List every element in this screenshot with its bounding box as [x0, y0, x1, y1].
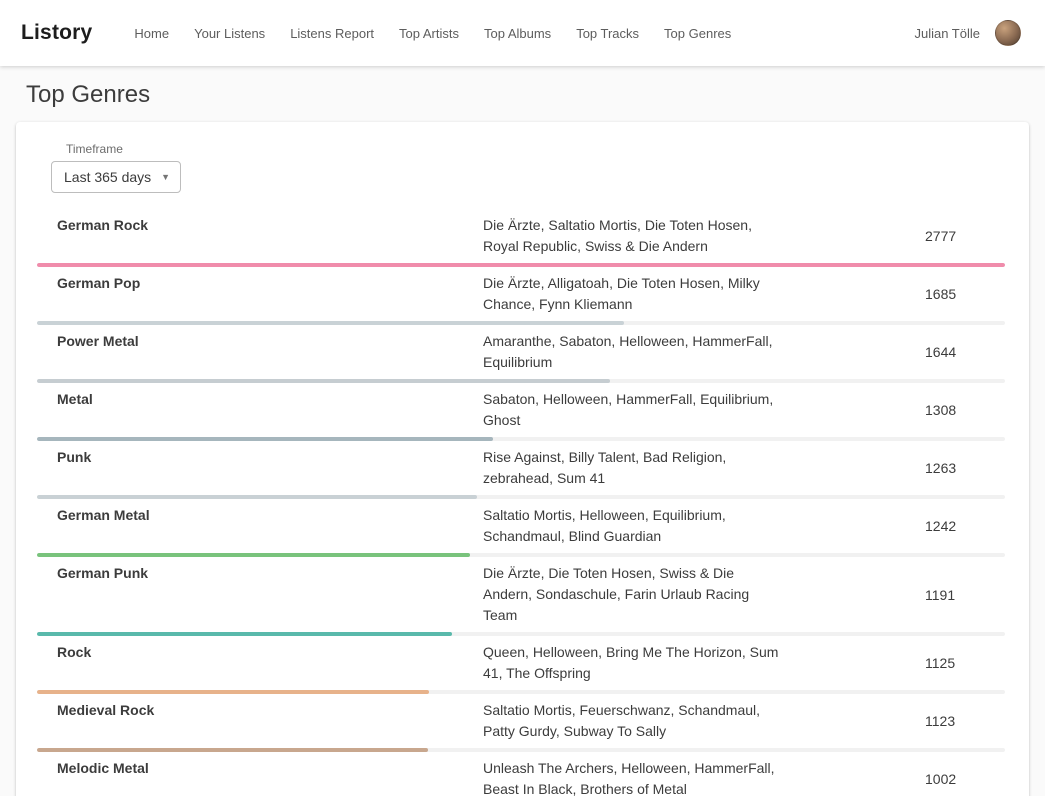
user-avatar-icon[interactable]	[995, 20, 1021, 46]
nav-item-top-tracks[interactable]: Top Tracks	[576, 26, 639, 41]
genres-table: German Rock Die Ärzte, Saltatio Mortis, …	[37, 209, 1005, 796]
genre-artists-cell: Die Ärzte, Saltatio Mortis, Die Toten Ho…	[483, 215, 925, 257]
genre-artists: Unleash The Archers, Helloween, HammerFa…	[483, 758, 785, 796]
genre-row: Melodic Metal Unleash The Archers, Hello…	[37, 752, 1005, 796]
genre-row: Medieval Rock Saltatio Mortis, Feuerschw…	[37, 694, 1005, 752]
app-bar: Listory Home Your Listens Listens Report To…	[0, 0, 1045, 66]
genre-count: 1125	[925, 655, 955, 671]
genre-artists: Die Ärzte, Alligatoah, Die Toten Hosen, …	[483, 273, 785, 315]
genre-row: Metal Sabaton, Helloween, HammerFall, Eq…	[37, 383, 1005, 441]
genre-count: 1191	[925, 587, 955, 603]
genre-count: 1242	[925, 518, 956, 534]
timeframe-select[interactable]: Last 365 days ▼	[51, 161, 181, 193]
genre-name: Punk	[37, 447, 483, 468]
genre-name: German Punk	[37, 563, 483, 584]
main-content: Top Genres Timeframe Last 365 days ▼ Ger…	[0, 81, 1045, 796]
genre-row: Power Metal Amaranthe, Sabaton, Hellowee…	[37, 325, 1005, 383]
genre-name: Melodic Metal	[37, 758, 483, 779]
genre-count: 1002	[925, 771, 956, 787]
nav-item-home[interactable]: Home	[134, 26, 169, 41]
genre-artists: Saltatio Mortis, Helloween, Equilibrium,…	[483, 505, 785, 547]
genre-artists: Die Ärzte, Die Toten Hosen, Swiss & Die …	[483, 563, 785, 626]
page-title: Top Genres	[26, 81, 1045, 109]
genre-artists: Sabaton, Helloween, HammerFall, Equilibr…	[483, 389, 785, 431]
genre-artists-cell: Saltatio Mortis, Feuerschwanz, Schandmau…	[483, 700, 925, 742]
timeframe-block: Timeframe Last 365 days ▼	[51, 142, 1005, 193]
chevron-down-icon: ▼	[161, 172, 170, 182]
genre-count: 1644	[925, 344, 956, 360]
genre-name: German Rock	[37, 215, 483, 236]
genre-name: German Metal	[37, 505, 483, 526]
nav-item-top-albums[interactable]: Top Albums	[484, 26, 551, 41]
genre-row: German Pop Die Ärzte, Alligatoah, Die To…	[37, 267, 1005, 325]
genre-artists-cell: Sabaton, Helloween, HammerFall, Equilibr…	[483, 389, 925, 431]
user-name: Julian Tölle	[914, 26, 980, 41]
timeframe-selected-value: Last 365 days	[64, 169, 151, 185]
user-menu[interactable]: Julian Tölle	[914, 20, 1021, 46]
genre-artists: Saltatio Mortis, Feuerschwanz, Schandmau…	[483, 700, 785, 742]
genre-count: 1263	[925, 460, 956, 476]
genre-artists: Die Ärzte, Saltatio Mortis, Die Toten Ho…	[483, 215, 785, 257]
genre-name: Medieval Rock	[37, 700, 483, 721]
genre-row: German Rock Die Ärzte, Saltatio Mortis, …	[37, 209, 1005, 267]
genre-name: Rock	[37, 642, 483, 663]
timeframe-label: Timeframe	[66, 142, 1005, 156]
genre-artists-cell: Die Ärzte, Alligatoah, Die Toten Hosen, …	[483, 273, 925, 315]
nav-item-your-listens[interactable]: Your Listens	[194, 26, 265, 41]
genre-artists: Queen, Helloween, Bring Me The Horizon, …	[483, 642, 785, 684]
genre-artists-cell: Queen, Helloween, Bring Me The Horizon, …	[483, 642, 925, 684]
nav-links: Home Your Listens Listens Report Top Artist…	[134, 26, 914, 41]
nav-item-top-genres[interactable]: Top Genres	[664, 26, 731, 41]
genre-count: 1123	[925, 713, 955, 729]
genre-artists-cell: Rise Against, Billy Talent, Bad Religion…	[483, 447, 925, 489]
genre-artists-cell: Saltatio Mortis, Helloween, Equilibrium,…	[483, 505, 925, 547]
top-genres-card: Timeframe Last 365 days ▼ German Rock Di…	[16, 122, 1029, 796]
genre-row: German Punk Die Ärzte, Die Toten Hosen, …	[37, 557, 1005, 636]
genre-row: Punk Rise Against, Billy Talent, Bad Rel…	[37, 441, 1005, 499]
genre-artists-cell: Unleash The Archers, Helloween, HammerFa…	[483, 758, 925, 796]
genre-name: German Pop	[37, 273, 483, 294]
genre-count: 2777	[925, 228, 956, 244]
nav-item-top-artists[interactable]: Top Artists	[399, 26, 459, 41]
genre-count: 1308	[925, 402, 956, 418]
genre-row: Rock Queen, Helloween, Bring Me The Hori…	[37, 636, 1005, 694]
genre-artists: Amaranthe, Sabaton, Helloween, HammerFal…	[483, 331, 785, 373]
genre-artists-cell: Die Ärzte, Die Toten Hosen, Swiss & Die …	[483, 563, 925, 626]
genre-name: Metal	[37, 389, 483, 410]
genre-artists-cell: Amaranthe, Sabaton, Helloween, HammerFal…	[483, 331, 925, 373]
genre-row: German Metal Saltatio Mortis, Helloween,…	[37, 499, 1005, 557]
genre-artists: Rise Against, Billy Talent, Bad Religion…	[483, 447, 785, 489]
app-logo[interactable]: Listory	[21, 21, 92, 45]
nav-item-listens-report[interactable]: Listens Report	[290, 26, 374, 41]
genre-name: Power Metal	[37, 331, 483, 352]
genre-count: 1685	[925, 286, 956, 302]
